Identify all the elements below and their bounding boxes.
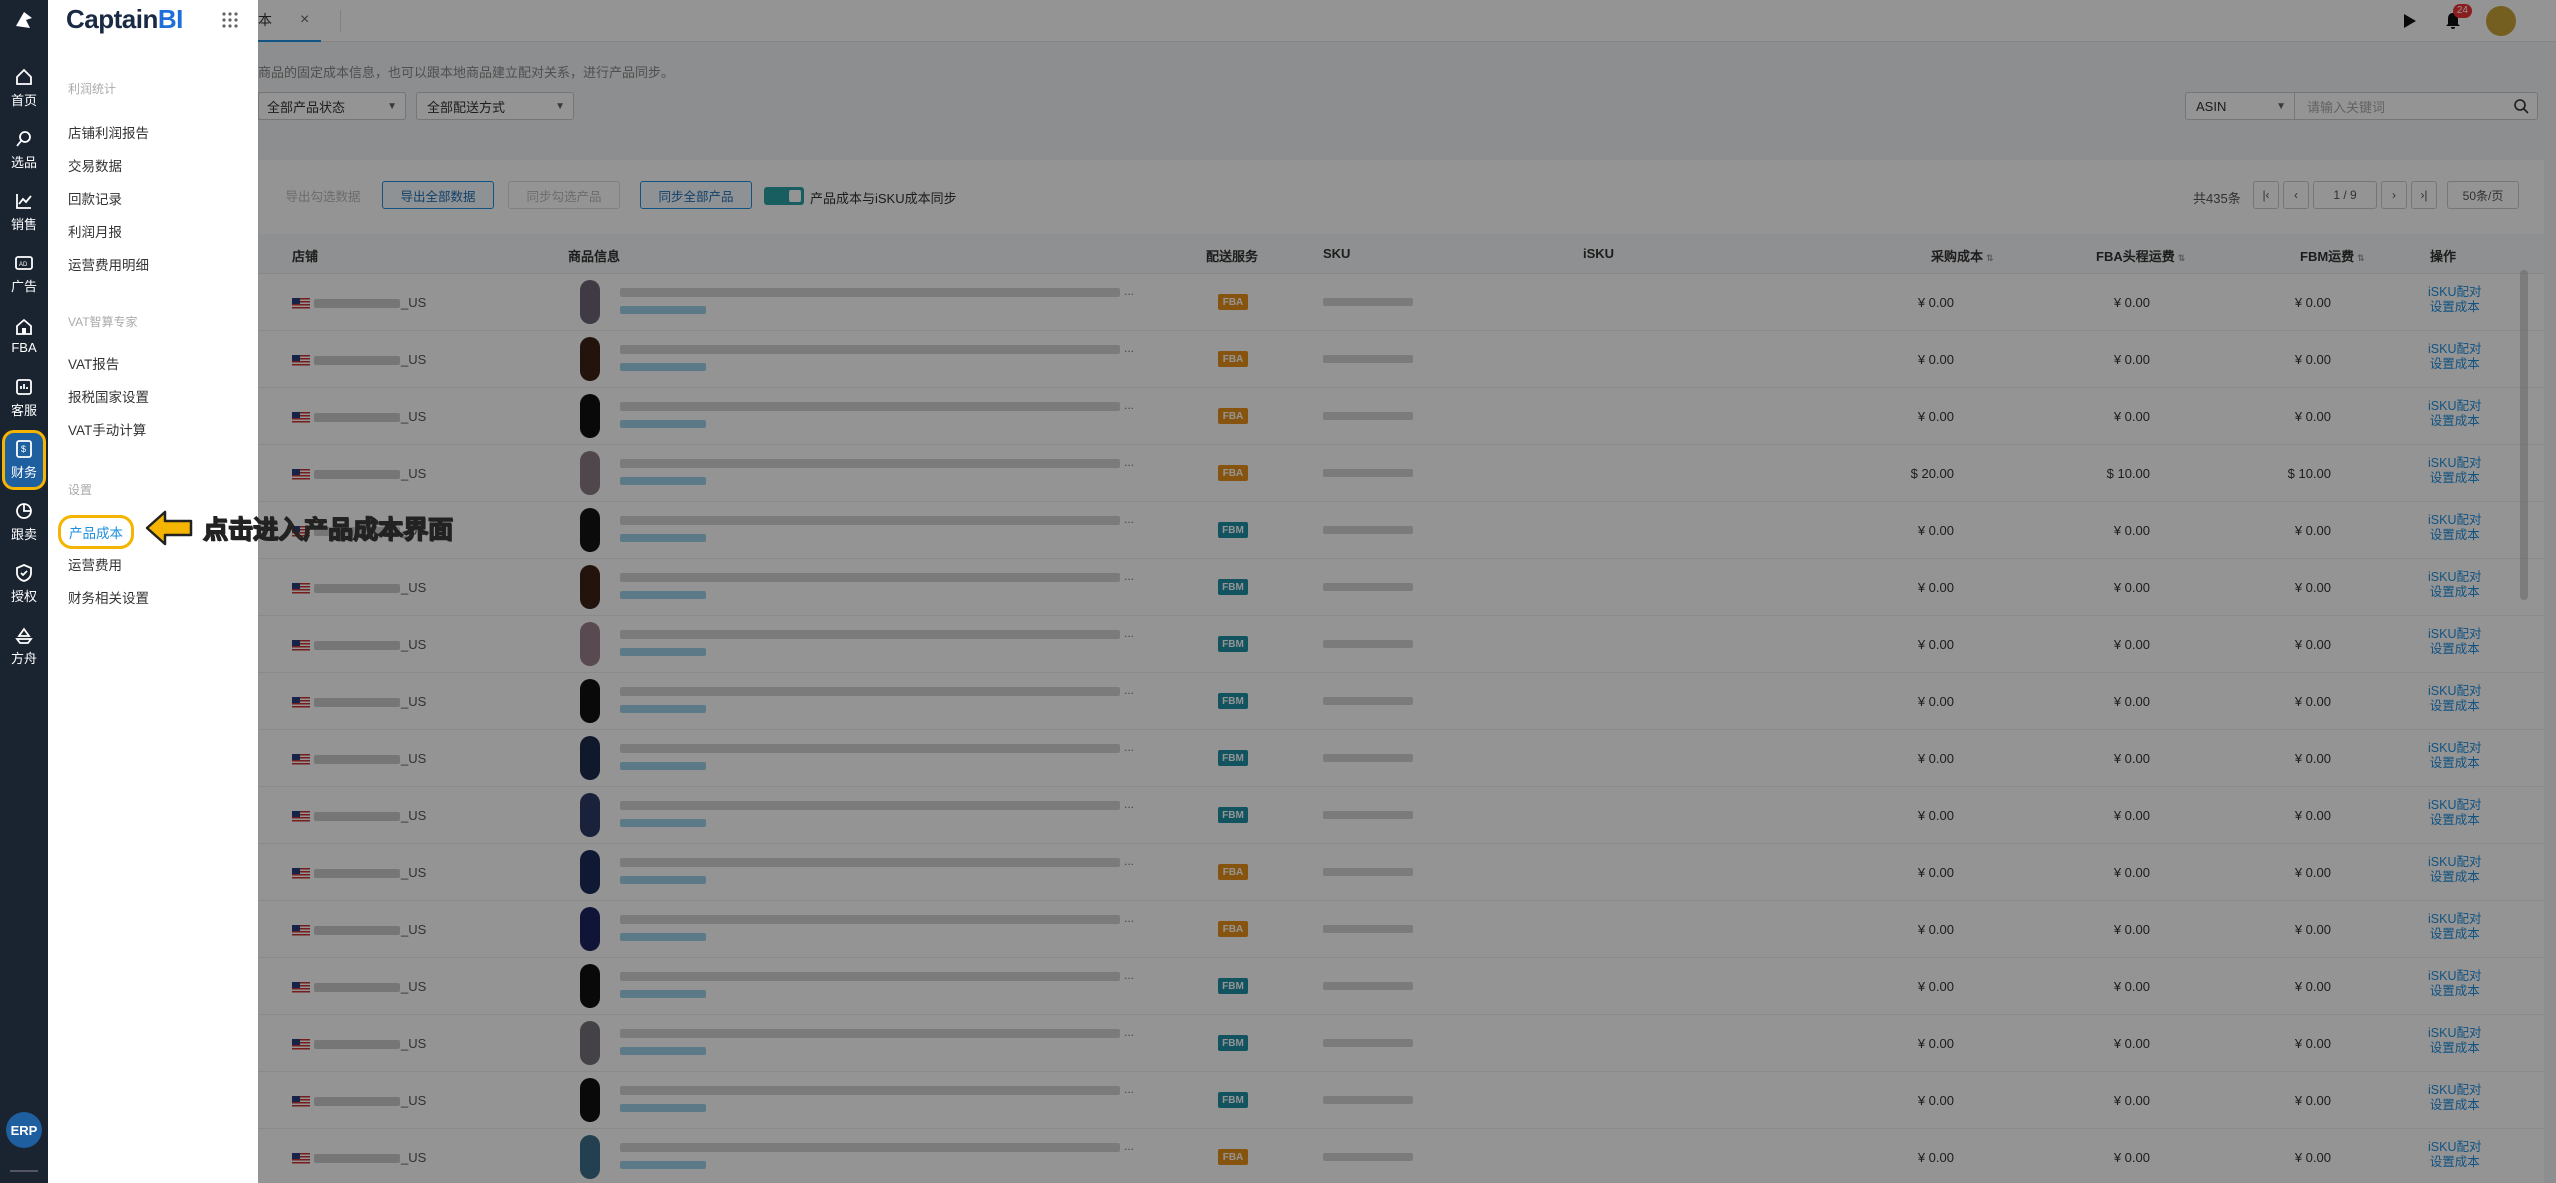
submenu-item[interactable]: 交易数据 (68, 155, 122, 175)
rail-item-1[interactable]: 选品 (0, 124, 48, 176)
rail-item-3[interactable]: AD 广告 (0, 248, 48, 300)
ad-icon: AD (15, 256, 33, 270)
submenu-section-title: 利润统计 (68, 82, 117, 96)
home-icon (16, 68, 32, 85)
ark-icon (15, 627, 33, 644)
rail-item-label: FBA (11, 340, 37, 355)
rail-item-label: 客服 (10, 403, 37, 418)
rail-item-5[interactable]: 客服 (0, 372, 48, 424)
service-icon (16, 379, 32, 395)
submenu-item[interactable]: 财务相关设置 (68, 587, 149, 607)
erp-button[interactable]: ERP (6, 1112, 42, 1148)
rail-item-0[interactable]: 首页 (0, 62, 48, 114)
svg-text:AD: AD (19, 262, 28, 268)
shield-icon (16, 564, 32, 582)
rail-item-label: 选品 (10, 155, 37, 170)
rail-item-label: 方舟 (10, 651, 37, 666)
rail-item-label: 销售 (10, 217, 37, 232)
rail-item-label: 财务 (10, 465, 37, 480)
rail-item-8[interactable]: 授权 (0, 558, 48, 610)
brand-logo[interactable]: CaptainBI (66, 4, 183, 35)
submenu-section-title: VAT智算专家 (68, 315, 138, 329)
chart-icon (16, 194, 32, 209)
rail-divider (10, 1170, 38, 1172)
submenu-item[interactable]: 运营费用明细 (68, 254, 149, 274)
finance-submenu: CaptainBI 利润统计店铺利润报告 交易数据回款记录利润月报运营费用明细 VA… (48, 0, 258, 1183)
submenu-item[interactable]: 店铺利润报告 (68, 122, 149, 142)
rail-item-9[interactable]: 方舟 (0, 620, 48, 672)
arrow-left-icon (145, 510, 193, 546)
rail-item-6[interactable]: $ 财务 (2, 430, 46, 490)
modal-dim-overlay (258, 0, 2556, 1183)
submenu-item[interactable]: 运营费用 (68, 554, 122, 574)
submenu-item[interactable]: 产品成本 (58, 515, 134, 549)
finance-icon: $ (16, 440, 32, 458)
rail-item-label: 首页 (10, 93, 37, 108)
app-logo-icon[interactable] (12, 8, 36, 32)
submenu-section-title: 设置 (68, 483, 93, 497)
rail-item-7[interactable]: 跟卖 (0, 496, 48, 548)
tutorial-annotation: 点击进入产品成本界面 (143, 508, 454, 548)
house-icon (16, 318, 32, 335)
submenu-item[interactable]: VAT报告 (68, 353, 119, 373)
submenu-item[interactable]: VAT手动计算 (68, 419, 146, 439)
svg-text:$: $ (21, 444, 26, 454)
submenu-item[interactable]: 回款记录 (68, 188, 122, 208)
rail-item-label: 跟卖 (10, 527, 37, 542)
icon-rail: 首页选品销售 AD 广告 FBA 客服 $ 财务跟卖授权方舟 ERP (0, 0, 48, 1183)
rail-item-4[interactable]: FBA (0, 310, 48, 362)
pie-icon (16, 503, 32, 519)
rail-item-label: 授权 (10, 589, 37, 604)
rail-item-2[interactable]: 销售 (0, 186, 48, 238)
apps-grid-icon[interactable] (220, 10, 240, 30)
annotation-text: 点击进入产品成本界面 (202, 515, 454, 544)
submenu-item[interactable]: 利润月报 (68, 221, 122, 241)
submenu-item[interactable]: 报税国家设置 (68, 386, 149, 406)
app-window: 首页选品销售 AD 广告 FBA 客服 $ 财务跟卖授权方舟 ERP CaptainBI 利… (0, 0, 2556, 1183)
search-icon (16, 131, 31, 147)
rail-item-label: 广告 (10, 279, 37, 294)
